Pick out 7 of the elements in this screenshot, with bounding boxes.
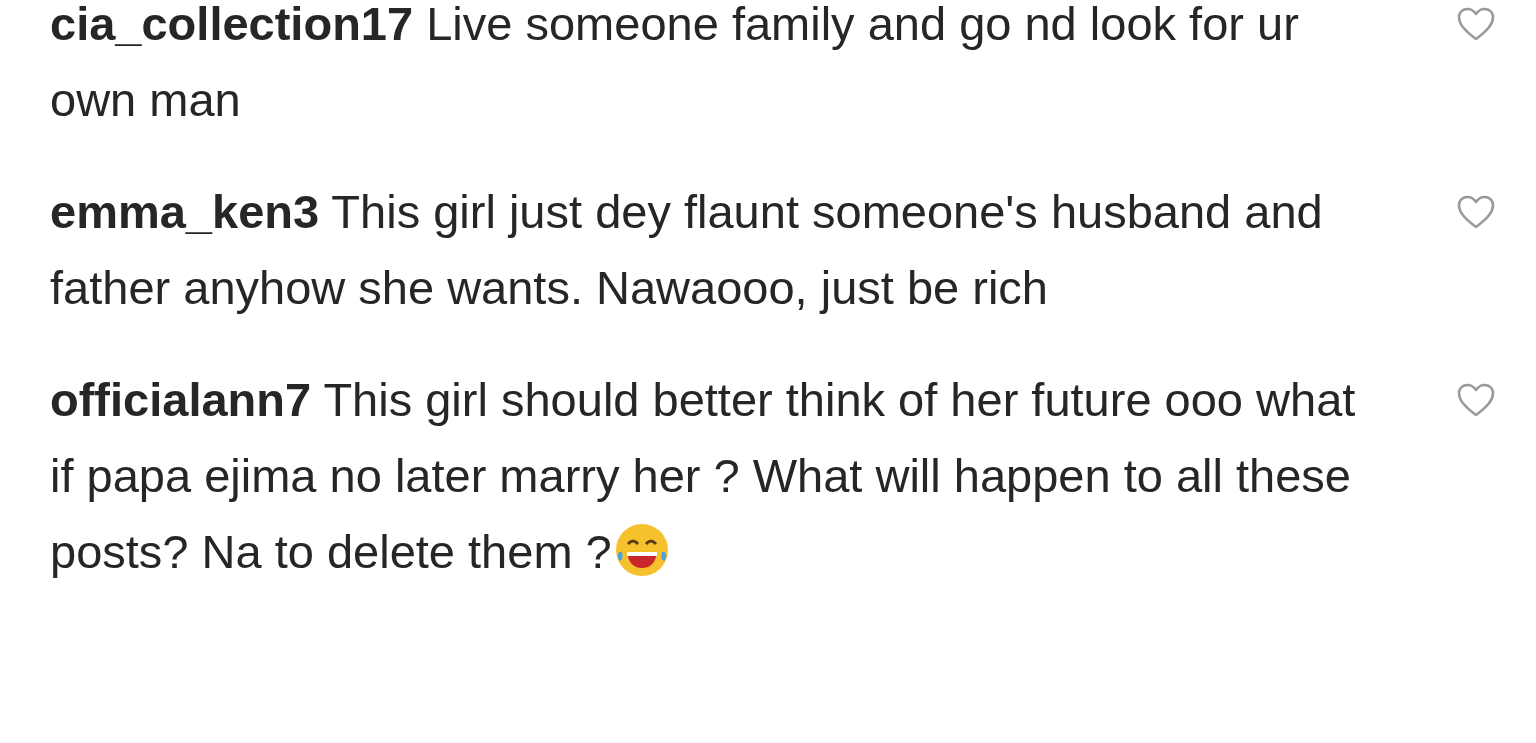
comment-text: emma_ken3 This girl just dey flaunt someone's husband and father anyhow she wants. Nawaooo, just be rich: [50, 184, 1324, 316]
laughing-emoji-icon: [613, 522, 670, 578]
comment-text: officialann7 This girl should better think of her future ooo what if papa ejima no later marry her ? What will happen to all these posts? Na to delete them ?: [50, 372, 1357, 580]
heart-icon[interactable]: [1456, 6, 1496, 42]
heart-icon[interactable]: [1456, 382, 1496, 418]
comment-text: cia_collection17 Live someone family and go nd look for ur own man: [50, 0, 1300, 128]
heart-icon[interactable]: [1456, 194, 1496, 230]
